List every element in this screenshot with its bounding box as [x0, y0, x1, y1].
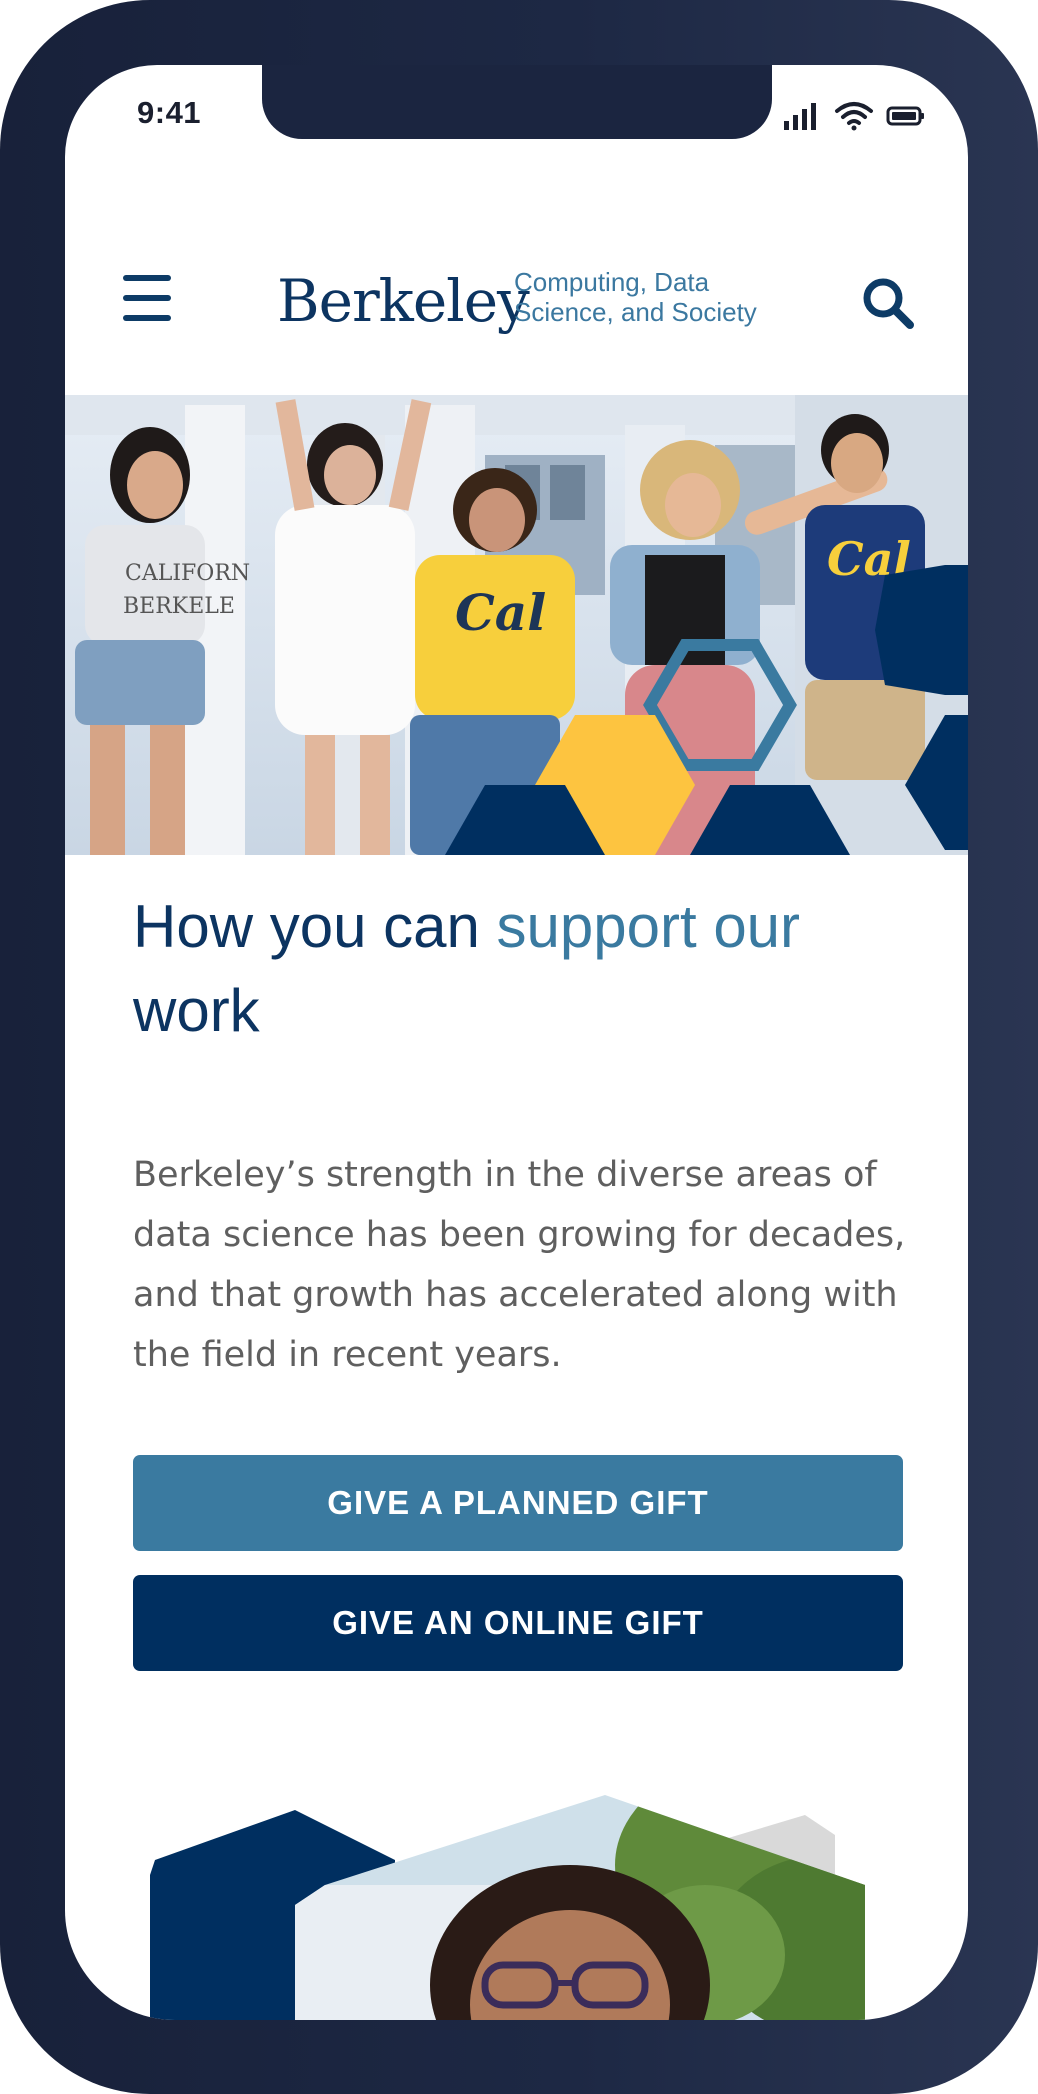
- section-heading: How you can support our work: [133, 885, 913, 1053]
- logo-wordmark[interactable]: Berkeley: [277, 267, 530, 335]
- phone-screen: 9:41 Berkeley Computing, Data Science, a…: [65, 65, 968, 2020]
- phone-frame: 9:41 Berkeley Computing, Data Science, a…: [0, 0, 1038, 2094]
- give-planned-gift-button[interactable]: GIVE A PLANNED GIFT: [133, 1455, 903, 1551]
- shirt-text-berkele: BERKELE: [123, 594, 235, 619]
- hero-image: CALIFORN BERKELE Cal Cal: [65, 395, 968, 855]
- give-online-gift-button[interactable]: GIVE AN ONLINE GIFT: [133, 1575, 903, 1671]
- hamburger-menu-icon[interactable]: [123, 275, 171, 325]
- heading-part-3: work: [133, 977, 260, 1044]
- heading-part-1: How you can: [133, 893, 497, 960]
- shirt-text-californ: CALIFORN: [125, 561, 250, 586]
- logo-subtitle-line2: Science, and Society: [514, 297, 757, 327]
- shirt-text-cal-1: Cal: [455, 583, 546, 642]
- section-body: Berkeley’s strength in the diverse areas…: [133, 1155, 906, 1375]
- hero-hexagon-navy-right: [875, 565, 968, 695]
- site-header: Berkeley Computing, Data Science, and So…: [65, 205, 968, 395]
- bottom-photo: [295, 1795, 865, 2020]
- status-time: 9:41: [137, 95, 202, 130]
- heading-part-2: support our: [496, 893, 801, 960]
- logo-subtitle-line1: Computing, Data: [514, 267, 710, 297]
- search-icon[interactable]: [860, 275, 916, 331]
- logo-subtitle[interactable]: Computing, Data Science, and Society: [514, 267, 774, 327]
- wifi-icon: [835, 102, 873, 131]
- signal-icon: [784, 103, 816, 130]
- bottom-hexagon-photo: [65, 1725, 968, 2020]
- status-icons: [782, 101, 926, 131]
- battery-icon: [886, 106, 924, 126]
- phone-notch: [262, 65, 772, 139]
